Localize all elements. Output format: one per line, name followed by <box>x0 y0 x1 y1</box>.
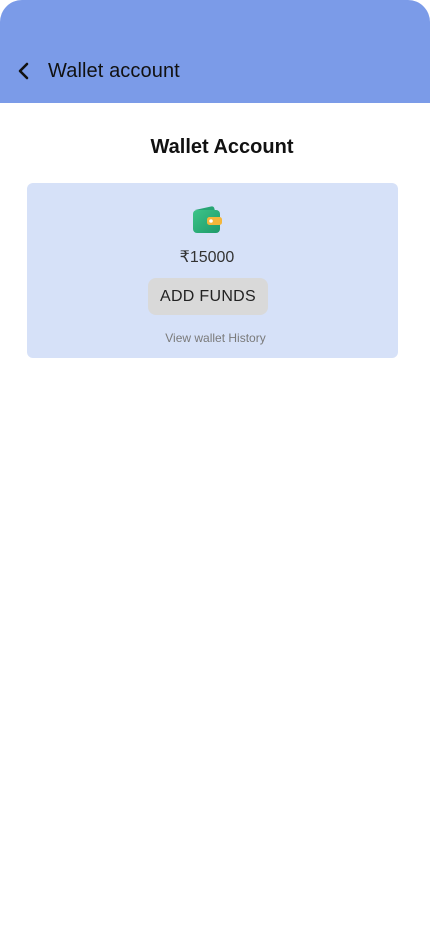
back-button[interactable] <box>10 57 38 85</box>
app-bar: Wallet account <box>0 0 430 103</box>
wallet-card: ₹15000 ADD FUNDS View wallet History <box>27 183 398 358</box>
add-funds-button[interactable]: ADD FUNDS <box>148 278 268 315</box>
chevron-left-icon <box>17 60 31 82</box>
wallet-screen: Wallet account Wallet Account ₹15000 ADD… <box>0 0 430 932</box>
wallet-icon <box>191 205 223 235</box>
app-bar-title: Wallet account <box>48 60 180 82</box>
wallet-balance: ₹15000 <box>179 249 235 266</box>
page-title: Wallet Account <box>150 136 294 158</box>
view-wallet-history-link[interactable]: View wallet History <box>27 331 404 346</box>
